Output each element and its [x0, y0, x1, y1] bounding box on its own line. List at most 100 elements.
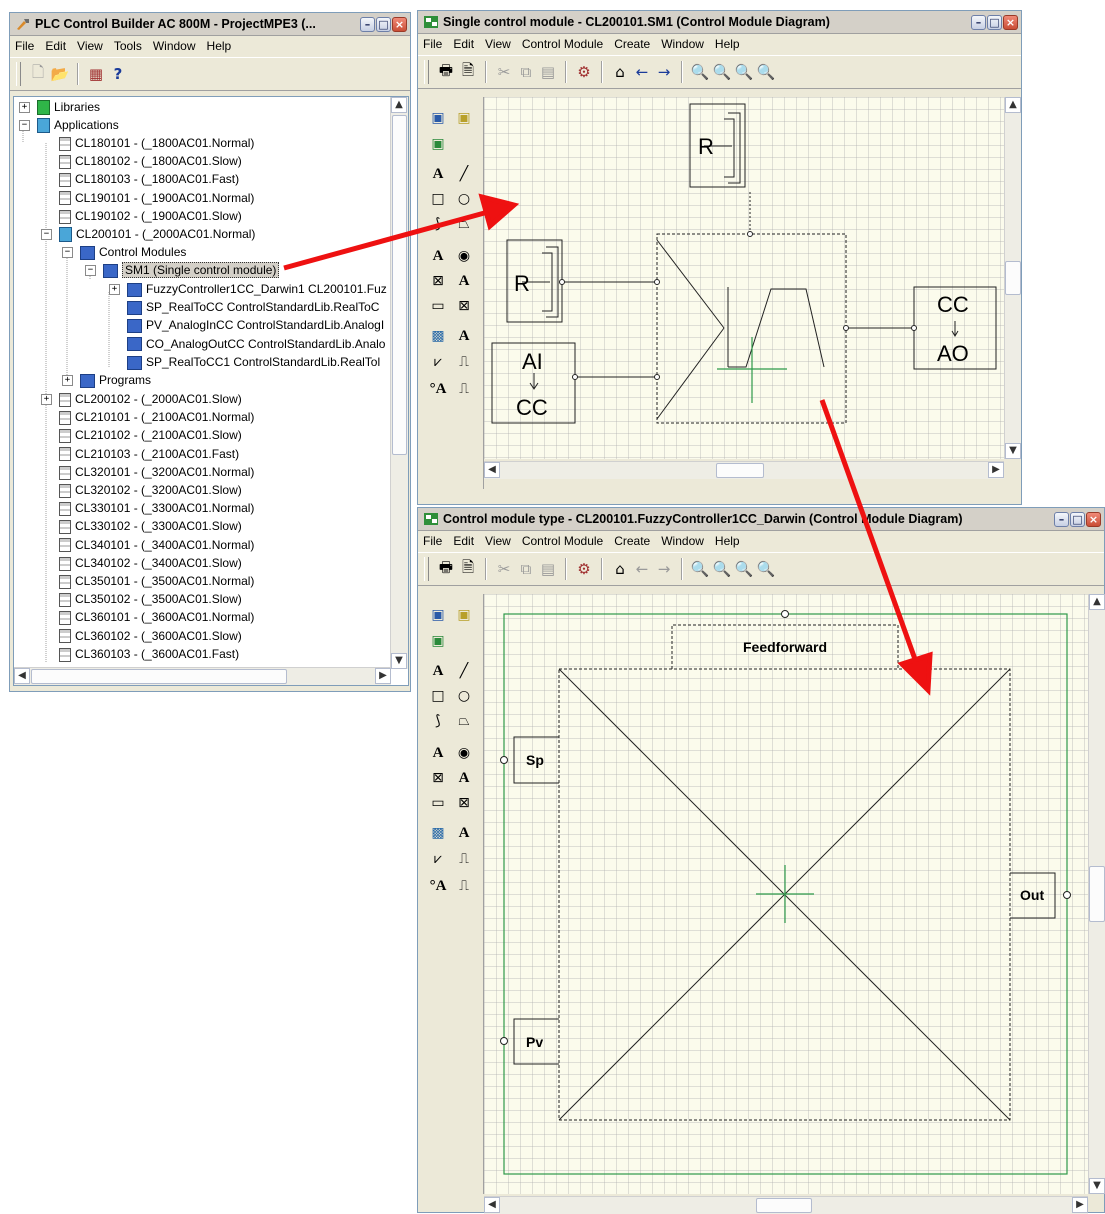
image-tool-icon[interactable]: ▩ — [427, 822, 449, 844]
sm-vertical-scrollbar[interactable]: ▲ ▼ — [1004, 97, 1021, 459]
expand-icon[interactable]: + — [41, 394, 52, 405]
zoom-out-icon[interactable]: 🔍 — [733, 61, 755, 83]
tree-application-item[interactable]: CL210101 - (_2100AC01.Normal) — [59, 408, 254, 426]
close-button[interactable]: × — [392, 16, 407, 32]
scroll-thumb[interactable] — [1005, 261, 1021, 295]
tree-application-item[interactable]: CL350101 - (_3500AC01.Normal) — [59, 572, 254, 590]
label-tool-icon[interactable]: A — [427, 245, 449, 267]
image-tool-icon[interactable]: ▩ — [427, 325, 449, 347]
tree-application-item[interactable]: CL360101 - (_3600AC01.Normal) — [59, 608, 254, 626]
help-icon[interactable]: ? — [107, 63, 129, 85]
line-tool-icon[interactable]: ╱ — [453, 163, 475, 185]
tree-application-item[interactable]: CL190101 - (_1900AC01.Normal) — [59, 189, 254, 207]
maximize-button[interactable]: □ — [987, 14, 1002, 30]
menu-window[interactable]: Window — [661, 534, 704, 548]
menu-edit[interactable]: Edit — [453, 534, 474, 548]
scroll-left-button[interactable]: ◀ — [484, 1197, 500, 1213]
print-icon[interactable]: 🖶 — [435, 61, 457, 83]
menu-create[interactable]: Create — [614, 534, 650, 548]
module-icon[interactable]: ▣ — [427, 107, 449, 129]
cut-icon[interactable]: ✂ — [493, 61, 515, 83]
scroll-thumb[interactable] — [716, 463, 764, 478]
hardware-icon[interactable]: ▦ — [85, 63, 107, 85]
tree-application-item[interactable]: + CL200102 - (_2000AC01.Slow) — [41, 390, 242, 408]
online-icon[interactable]: ⚙ — [573, 558, 595, 580]
out-port[interactable] — [1063, 891, 1071, 899]
scroll-thumb[interactable] — [1089, 866, 1105, 922]
zoom-in-icon[interactable]: 🔍 — [711, 558, 733, 580]
home-icon[interactable]: ⌂ — [609, 558, 631, 580]
paste-icon[interactable]: ▤ — [537, 61, 559, 83]
scroll-right-button[interactable]: ▶ — [988, 462, 1004, 478]
collapse-icon[interactable]: − — [62, 247, 73, 258]
cut-icon[interactable]: ✂ — [493, 558, 515, 580]
ellipse-tool-icon[interactable]: ○ — [453, 685, 475, 707]
menu-file[interactable]: File — [423, 37, 442, 51]
textbox-tool-icon[interactable]: A — [453, 270, 475, 292]
scroll-up-button[interactable]: ▲ — [1005, 97, 1021, 113]
collapse-icon[interactable]: − — [85, 265, 96, 276]
tree-application-item[interactable]: CL320101 - (_3200AC01.Normal) — [59, 463, 254, 481]
trend-tool-icon[interactable]: ⩗ — [427, 351, 449, 373]
forward-arrow-icon[interactable]: → — [653, 61, 675, 83]
tree-application-item[interactable]: CL360102 - (_3600AC01.Slow) — [59, 627, 242, 645]
arc-tool-icon[interactable]: ⟆ — [427, 710, 449, 732]
online-icon[interactable]: ⚙ — [573, 61, 595, 83]
zoom-in-icon[interactable]: 🔍 — [711, 61, 733, 83]
output-label-icon[interactable]: °A — [427, 378, 449, 400]
tree-application-item[interactable]: CL360103 - (_3600AC01.Fast) — [59, 645, 239, 663]
scroll-right-button[interactable]: ▶ — [375, 668, 391, 684]
bar-tool-icon[interactable]: ⎍ — [453, 848, 475, 870]
label-tool-icon[interactable]: A — [427, 742, 449, 764]
home-icon[interactable]: ⌂ — [609, 61, 631, 83]
tree-application-item[interactable]: CL180103 - (_1800AC01.Fast) — [59, 170, 239, 188]
output-label-icon[interactable]: °A — [427, 875, 449, 897]
tree-application-item[interactable]: CL330102 - (_3300AC01.Slow) — [59, 517, 242, 535]
tree-application-item[interactable]: CL180101 - (_1800AC01.Normal) — [59, 134, 254, 152]
feedforward-port[interactable] — [781, 610, 789, 618]
frame-label-icon[interactable]: A — [453, 325, 475, 347]
scroll-down-button[interactable]: ▼ — [1089, 1178, 1105, 1194]
main-titlebar[interactable]: PLC Control Builder AC 800M - ProjectMPE… — [10, 13, 410, 36]
sp-port[interactable] — [500, 756, 508, 764]
close-button[interactable]: × — [1003, 14, 1018, 30]
bar-tool-icon[interactable]: ⎍ — [453, 351, 475, 373]
zoom-icon[interactable]: 🔍 — [689, 61, 711, 83]
module-type-icon[interactable]: ▣ — [453, 604, 475, 626]
minimize-button[interactable]: – — [1054, 511, 1069, 527]
frame-label-icon[interactable]: A — [453, 822, 475, 844]
toolbar-grip[interactable] — [424, 557, 429, 581]
trend-tool-icon[interactable]: ⩗ — [427, 848, 449, 870]
maximize-button[interactable]: □ — [1070, 511, 1085, 527]
back-arrow-icon[interactable]: ← — [631, 61, 653, 83]
menu-window[interactable]: Window — [153, 39, 196, 53]
menu-help[interactable]: Help — [207, 39, 232, 53]
scroll-down-button[interactable]: ▼ — [391, 653, 407, 669]
expand-icon[interactable]: + — [109, 284, 120, 295]
paste-icon[interactable]: ▤ — [537, 558, 559, 580]
toolbar-grip[interactable] — [424, 60, 429, 84]
menu-help[interactable]: Help — [715, 534, 740, 548]
tree-application-item[interactable]: CL210102 - (_2100AC01.Slow) — [59, 426, 242, 444]
tree-module-item[interactable]: PV_AnalogInCC ControlStandardLib.AnalogI — [127, 316, 384, 334]
tree-application-item[interactable]: CL190102 - (_1900AC01.Slow) — [59, 207, 242, 225]
zoom-icon[interactable]: 🔍 — [689, 558, 711, 580]
menu-view[interactable]: View — [485, 37, 511, 51]
maximize-button[interactable]: □ — [376, 16, 391, 32]
arc-tool-icon[interactable]: ⟆ — [427, 213, 449, 235]
menu-view[interactable]: View — [77, 39, 103, 53]
minimize-button[interactable]: – — [360, 16, 375, 32]
line-tool-icon[interactable]: ╱ — [453, 660, 475, 682]
scroll-thumb[interactable] — [31, 669, 287, 684]
tree-application-item[interactable]: CL340101 - (_3400AC01.Normal) — [59, 536, 254, 554]
tree-application-item[interactable]: CL180102 - (_1800AC01.Slow) — [59, 152, 242, 170]
radio-tool-icon[interactable]: ◉ — [453, 742, 475, 764]
checkbox-tool-icon[interactable]: ⊠ — [427, 270, 449, 292]
cmt-diagram-canvas[interactable]: Feedforward Sp Pv Out — [484, 594, 1088, 1194]
sm-diagram-canvas[interactable]: R R AI CC CC AO — [484, 97, 1004, 459]
pv-port[interactable] — [500, 1037, 508, 1045]
minimize-button[interactable]: – — [971, 14, 986, 30]
tree-application-item[interactable]: CL350102 - (_3500AC01.Slow) — [59, 590, 242, 608]
collapse-icon[interactable]: − — [41, 229, 52, 240]
cmt-vertical-scrollbar[interactable]: ▲ ▼ — [1088, 594, 1105, 1194]
